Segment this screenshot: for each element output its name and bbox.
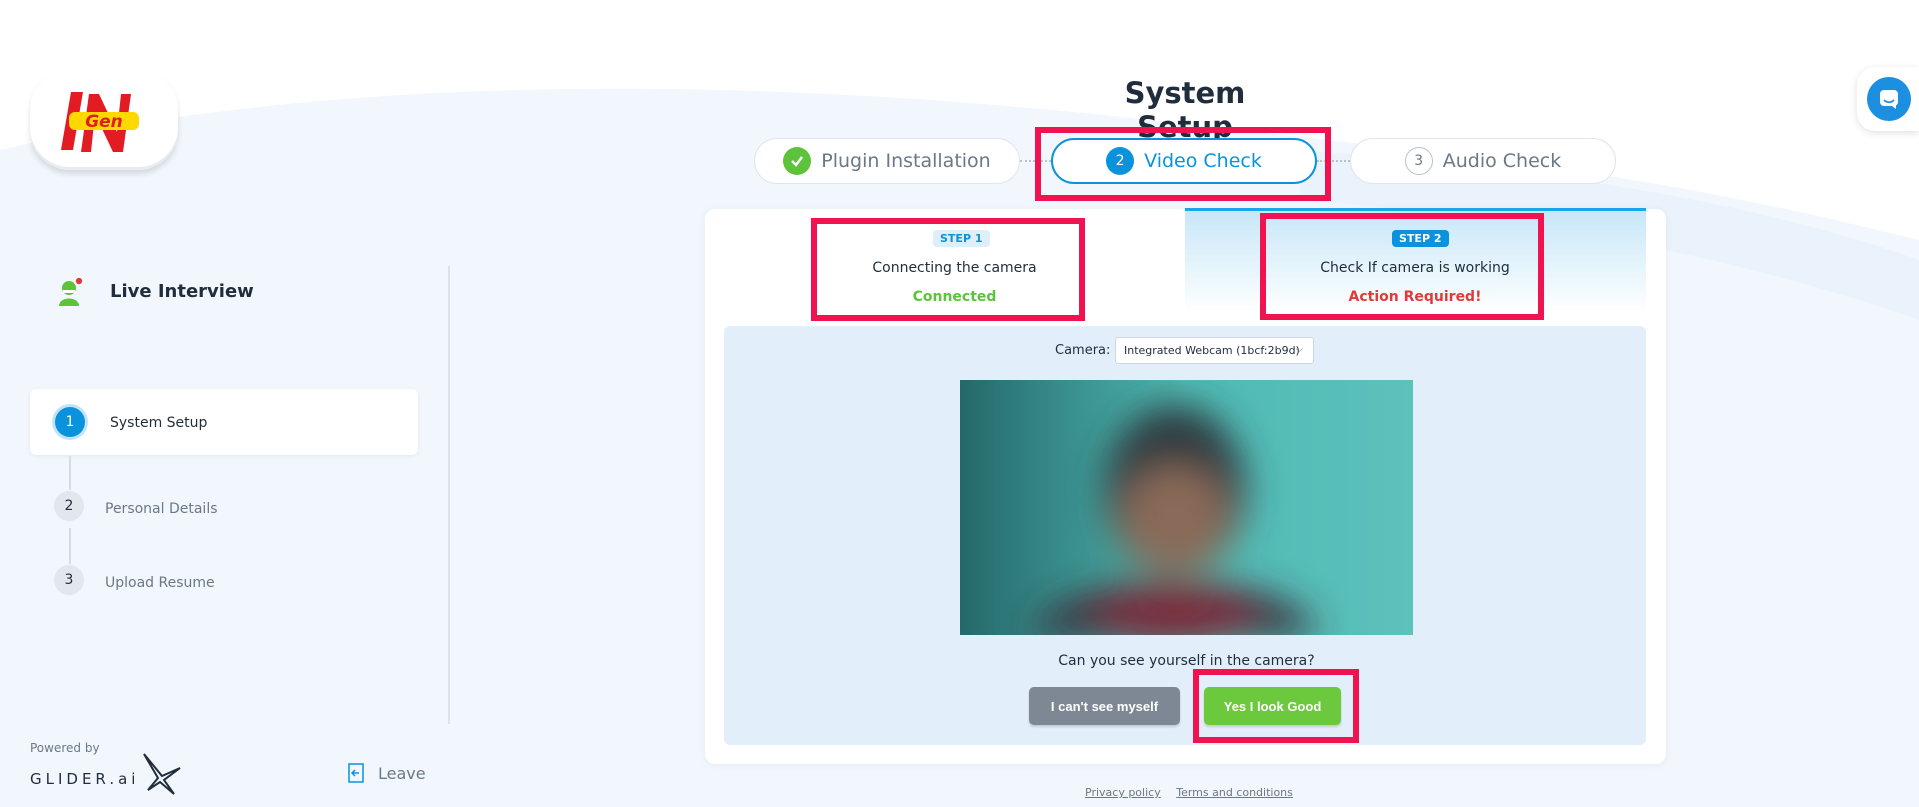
svg-text:Gen: Gen xyxy=(85,112,123,132)
step-number-2: 2 xyxy=(54,491,84,521)
chevron-down-icon: ⌵ xyxy=(1295,344,1303,355)
sidebar-item-label: Upload Resume xyxy=(105,575,215,591)
footer-links: Privacy policy Terms and conditions xyxy=(1085,786,1305,799)
chat-icon xyxy=(1867,77,1911,121)
interviewer-icon xyxy=(59,276,84,306)
highlight-box xyxy=(1260,213,1544,320)
sidebar-step-line xyxy=(69,456,71,490)
company-logo: Gen xyxy=(30,70,178,170)
sidebar-item-system-setup[interactable]: 1 System Setup xyxy=(30,389,418,455)
live-interview-title: Live Interview xyxy=(110,280,254,302)
leave-button[interactable]: Leave xyxy=(348,763,426,783)
camera-select[interactable]: Integrated Webcam (1bcf:2b9d) ⌵ xyxy=(1115,337,1314,364)
cant-see-button[interactable]: I can't see myself xyxy=(1029,687,1180,725)
highlight-box xyxy=(1193,669,1359,743)
check-icon xyxy=(783,147,812,175)
powered-by-label: Powered by xyxy=(30,741,100,755)
step-number-3: 3 xyxy=(54,565,84,595)
step-number-1: 1 xyxy=(55,407,85,437)
sidebar-item-personal-details[interactable]: 2 Personal Details xyxy=(54,491,374,525)
chat-widget[interactable] xyxy=(1857,67,1919,131)
camera-question: Can you see yourself in the camera? xyxy=(1058,653,1315,669)
camera-selected-value: Integrated Webcam (1bcf:2b9d) xyxy=(1124,344,1300,357)
sidebar-divider xyxy=(448,266,450,724)
ingen-logo-icon: Gen xyxy=(61,92,139,152)
tab-audio-check[interactable]: 3 Audio Check xyxy=(1350,138,1616,184)
tab-number: 3 xyxy=(1404,147,1433,175)
terms-link[interactable]: Terms and conditions xyxy=(1176,786,1293,799)
exit-icon xyxy=(348,763,364,783)
tab-plugin-installation[interactable]: Plugin Installation xyxy=(754,138,1020,184)
privacy-policy-link[interactable]: Privacy policy xyxy=(1085,786,1161,799)
glider-brand: GLIDER.ai xyxy=(30,770,140,788)
blurred-camera-image xyxy=(960,380,1413,635)
highlight-box xyxy=(1035,127,1331,201)
tab-label: Plugin Installation xyxy=(821,150,991,172)
glider-plane-icon xyxy=(143,753,181,795)
sidebar-item-label: Personal Details xyxy=(105,501,218,517)
sidebar-item-upload-resume[interactable]: 3 Upload Resume xyxy=(54,565,374,599)
sidebar-item-label: System Setup xyxy=(110,415,208,431)
highlight-box xyxy=(811,218,1085,321)
camera-label: Camera: xyxy=(1055,343,1111,358)
sidebar-step-line xyxy=(69,528,71,564)
camera-video-feed xyxy=(960,380,1413,635)
leave-label: Leave xyxy=(378,763,426,783)
tab-label: Audio Check xyxy=(1442,150,1562,172)
live-interview-header: Live Interview xyxy=(58,276,254,306)
